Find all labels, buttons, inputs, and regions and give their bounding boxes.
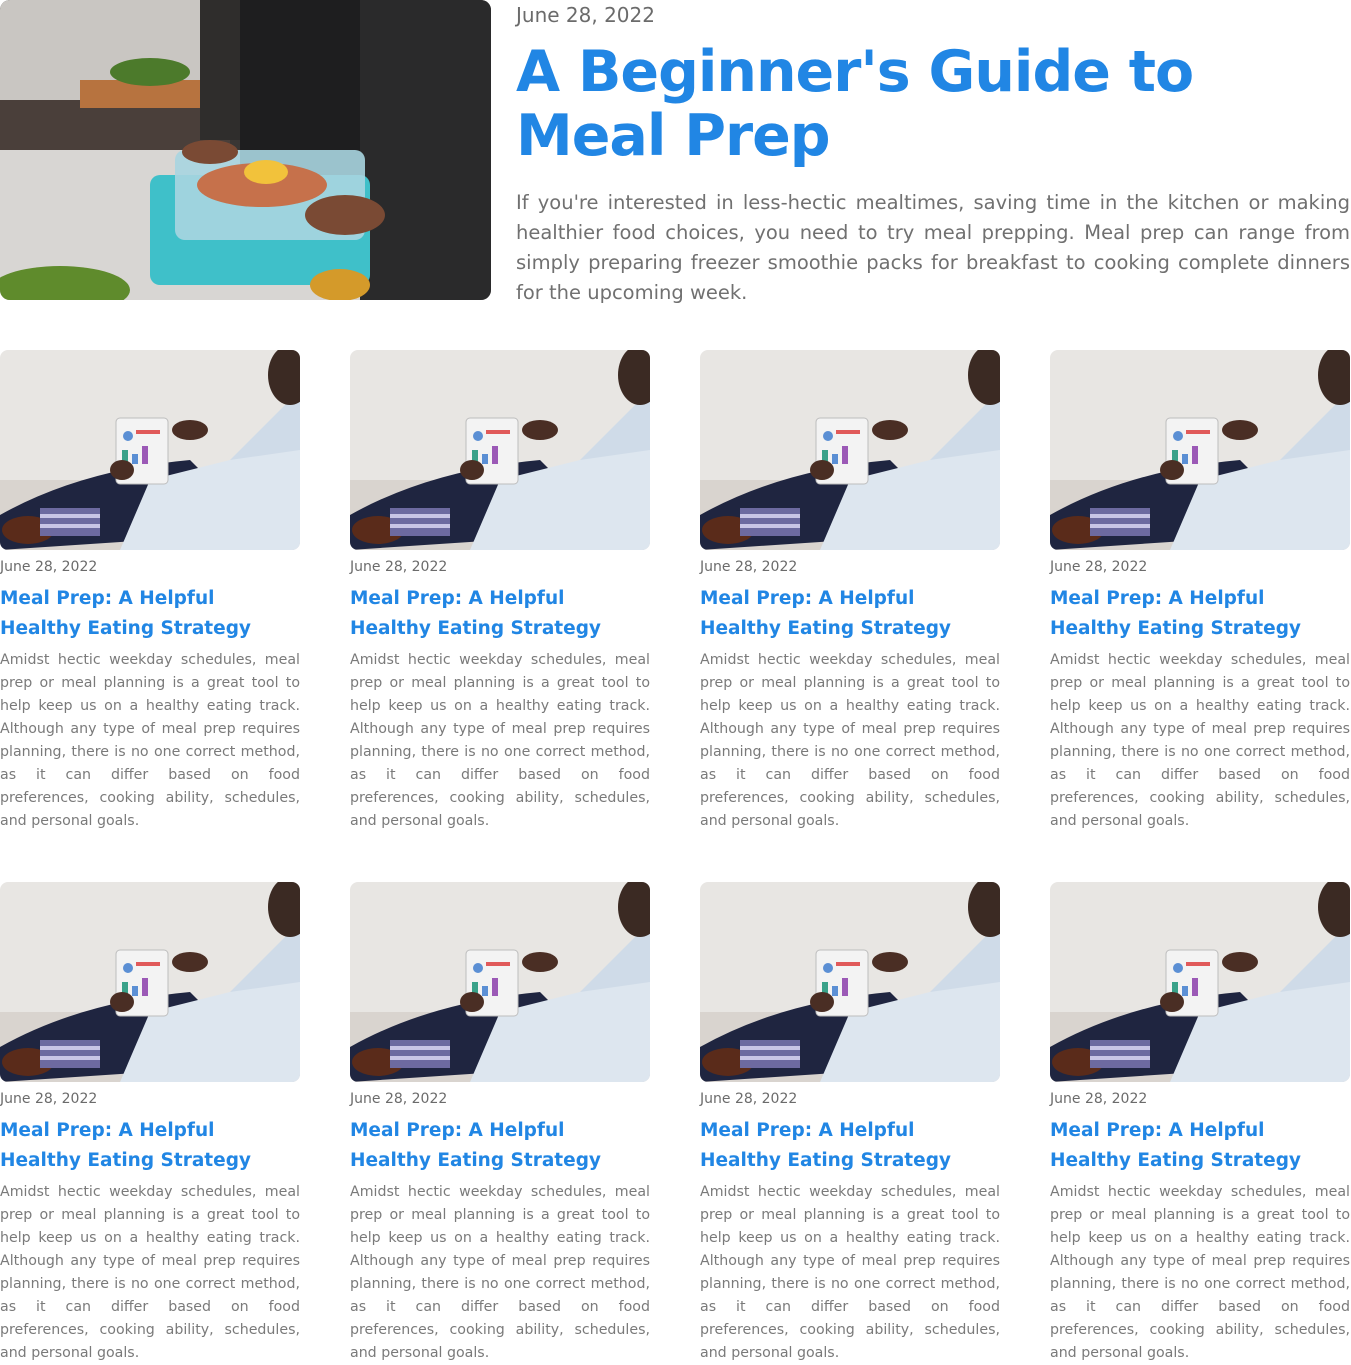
article-description: Amidst hectic weekday schedules, meal pr… [350, 652, 650, 829]
article-description: Amidst hectic weekday schedules, meal pr… [700, 652, 1000, 829]
article-card[interactable]: June 28, 2022 Meal Prep: A Helpful Healt… [700, 882, 1000, 1365]
featured-description: If you're interested in less-hectic meal… [516, 191, 1350, 304]
featured-article[interactable]: June 28, 2022 A Beginner's Guide to Meal… [0, 0, 1351, 304]
article-title[interactable]: Meal Prep: A Helpful Healthy Eating Stra… [0, 584, 300, 644]
article-image[interactable] [0, 882, 300, 1082]
article-title[interactable]: Meal Prep: A Helpful Healthy Eating Stra… [1050, 1116, 1350, 1176]
article-title[interactable]: Meal Prep: A Helpful Healthy Eating Stra… [700, 1116, 1000, 1176]
article-title[interactable]: Meal Prep: A Helpful Healthy Eating Stra… [700, 584, 1000, 644]
featured-date: June 28, 2022 [516, 3, 655, 27]
article-date: June 28, 2022 [1050, 559, 1148, 575]
article-date: June 28, 2022 [700, 1091, 798, 1107]
article-image[interactable] [1050, 350, 1350, 550]
article-card[interactable]: June 28, 2022 Meal Prep: A Helpful Healt… [1050, 882, 1350, 1365]
article-card[interactable]: June 28, 2022 Meal Prep: A Helpful Healt… [350, 350, 650, 833]
article-description: Amidst hectic weekday schedules, meal pr… [1050, 652, 1350, 829]
article-card[interactable]: June 28, 2022 Meal Prep: A Helpful Healt… [350, 882, 650, 1365]
article-title[interactable]: Meal Prep: A Helpful Healthy Eating Stra… [1050, 584, 1350, 644]
article-title[interactable]: Meal Prep: A Helpful Healthy Eating Stra… [350, 584, 650, 644]
article-image[interactable] [1050, 882, 1350, 1082]
article-date: June 28, 2022 [700, 559, 798, 575]
article-image[interactable] [700, 882, 1000, 1082]
article-image[interactable] [0, 350, 300, 550]
article-description: Amidst hectic weekday schedules, meal pr… [350, 1184, 650, 1361]
article-image[interactable] [350, 882, 650, 1082]
article-card[interactable]: June 28, 2022 Meal Prep: A Helpful Healt… [700, 350, 1000, 833]
article-card[interactable]: June 28, 2022 Meal Prep: A Helpful Healt… [0, 882, 300, 1365]
article-date: June 28, 2022 [0, 559, 98, 575]
article-description: Amidst hectic weekday schedules, meal pr… [700, 1184, 1000, 1361]
article-image[interactable] [700, 350, 1000, 550]
article-date: June 28, 2022 [1050, 1091, 1148, 1107]
article-description: Amidst hectic weekday schedules, meal pr… [1050, 1184, 1350, 1361]
article-date: June 28, 2022 [350, 559, 448, 575]
article-title[interactable]: Meal Prep: A Helpful Healthy Eating Stra… [0, 1116, 300, 1176]
article-card[interactable]: June 28, 2022 Meal Prep: A Helpful Healt… [0, 350, 300, 833]
article-card[interactable]: June 28, 2022 Meal Prep: A Helpful Healt… [1050, 350, 1350, 833]
featured-title[interactable]: A Beginner's Guide to Meal Prep [516, 40, 1350, 168]
article-date: June 28, 2022 [350, 1091, 448, 1107]
article-date: June 28, 2022 [0, 1091, 98, 1107]
featured-image[interactable] [0, 0, 491, 300]
article-title[interactable]: Meal Prep: A Helpful Healthy Eating Stra… [350, 1116, 650, 1176]
article-description: Amidst hectic weekday schedules, meal pr… [0, 652, 300, 829]
article-description: Amidst hectic weekday schedules, meal pr… [0, 1184, 300, 1361]
article-image[interactable] [350, 350, 650, 550]
